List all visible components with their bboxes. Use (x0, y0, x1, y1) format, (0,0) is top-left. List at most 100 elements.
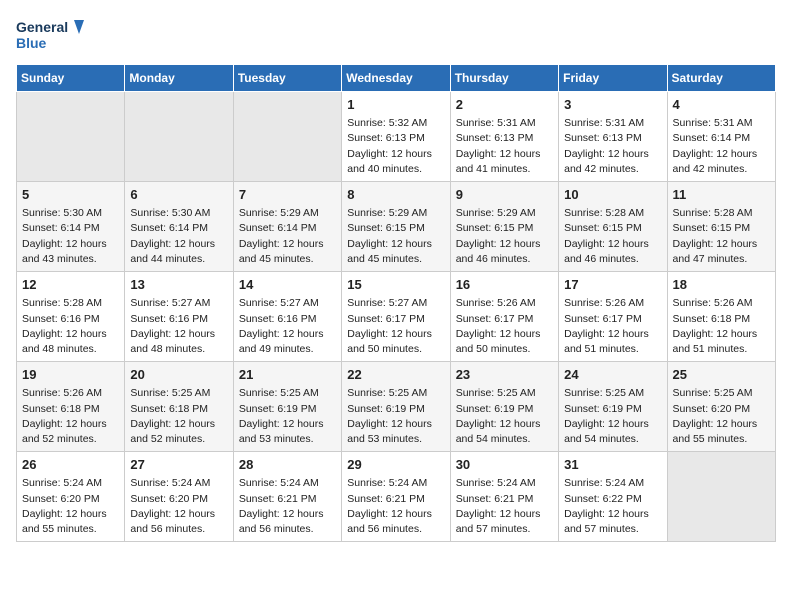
day-number: 3 (564, 96, 661, 114)
calendar-cell: 9 Sunrise: 5:29 AM Sunset: 6:15 PM Daylig… (450, 182, 558, 272)
day-number: 23 (456, 366, 553, 384)
weekday-header: Monday (125, 65, 233, 92)
day-detail: Sunrise: 5:26 AM Sunset: 6:17 PM Dayligh… (456, 296, 553, 357)
day-detail: Sunrise: 5:29 AM Sunset: 6:15 PM Dayligh… (456, 206, 553, 267)
day-detail: Sunrise: 5:28 AM Sunset: 6:16 PM Dayligh… (22, 296, 119, 357)
calendar-cell: 19 Sunrise: 5:26 AM Sunset: 6:18 PM Dayli… (17, 362, 125, 452)
calendar-cell: 8Sunrise: 5:29 AM Sunset: 6:15 PM Daylig… (342, 182, 450, 272)
svg-text:General: General (16, 19, 68, 35)
day-number: 17 (564, 276, 661, 294)
day-detail: Sunrise: 5:25 AM Sunset: 6:19 PM Dayligh… (347, 386, 444, 447)
weekday-header: Saturday (667, 65, 775, 92)
day-number: 6 (130, 186, 227, 204)
weekday-header: Sunday (17, 65, 125, 92)
day-detail: Sunrise: 5:28 AM Sunset: 6:15 PM Dayligh… (564, 206, 661, 267)
calendar-cell: 11 Sunrise: 5:28 AM Sunset: 6:15 PM Dayli… (667, 182, 775, 272)
calendar-table: SundayMondayTuesdayWednesdayThursdayFrid… (16, 64, 776, 542)
day-number: 1 (347, 96, 444, 114)
calendar-cell: 12Sunrise: 5:28 AM Sunset: 6:16 PM Dayli… (17, 272, 125, 362)
logo: General Blue (16, 16, 86, 56)
day-detail: Sunrise: 5:25 AM Sunset: 6:19 PM Dayligh… (456, 386, 553, 447)
day-detail: Sunrise: 5:27 AM Sunset: 6:16 PM Dayligh… (130, 296, 227, 357)
calendar-cell: 17 Sunrise: 5:26 AM Sunset: 6:17 PM Dayli… (559, 272, 667, 362)
day-number: 22 (347, 366, 444, 384)
day-detail: Sunrise: 5:26 AM Sunset: 6:17 PM Dayligh… (564, 296, 661, 357)
calendar-cell (667, 452, 775, 542)
day-detail: Sunrise: 5:30 AM Sunset: 6:14 PM Dayligh… (130, 206, 227, 267)
calendar-week-row: 12Sunrise: 5:28 AM Sunset: 6:16 PM Dayli… (17, 272, 776, 362)
day-number: 11 (673, 186, 770, 204)
weekday-header: Thursday (450, 65, 558, 92)
calendar-cell: 3 Sunrise: 5:31 AM Sunset: 6:13 PM Daylig… (559, 92, 667, 182)
calendar-cell: 27 Sunrise: 5:24 AM Sunset: 6:20 PM Dayli… (125, 452, 233, 542)
calendar-cell: 1Sunrise: 5:32 AM Sunset: 6:13 PM Daylig… (342, 92, 450, 182)
calendar-cell: 20Sunrise: 5:25 AM Sunset: 6:18 PM Dayli… (125, 362, 233, 452)
day-number: 10 (564, 186, 661, 204)
day-detail: Sunrise: 5:27 AM Sunset: 6:16 PM Dayligh… (239, 296, 336, 357)
day-detail: Sunrise: 5:31 AM Sunset: 6:14 PM Dayligh… (673, 116, 770, 177)
day-detail: Sunrise: 5:24 AM Sunset: 6:21 PM Dayligh… (239, 476, 336, 537)
day-detail: Sunrise: 5:29 AM Sunset: 6:15 PM Dayligh… (347, 206, 444, 267)
day-detail: Sunrise: 5:26 AM Sunset: 6:18 PM Dayligh… (673, 296, 770, 357)
day-detail: Sunrise: 5:25 AM Sunset: 6:20 PM Dayligh… (673, 386, 770, 447)
calendar-cell: 22 Sunrise: 5:25 AM Sunset: 6:19 PM Dayli… (342, 362, 450, 452)
day-number: 13 (130, 276, 227, 294)
day-detail: Sunrise: 5:28 AM Sunset: 6:15 PM Dayligh… (673, 206, 770, 267)
calendar-cell: 18 Sunrise: 5:26 AM Sunset: 6:18 PM Dayli… (667, 272, 775, 362)
day-detail: Sunrise: 5:24 AM Sunset: 6:22 PM Dayligh… (564, 476, 661, 537)
day-detail: Sunrise: 5:24 AM Sunset: 6:20 PM Dayligh… (130, 476, 227, 537)
day-detail: Sunrise: 5:31 AM Sunset: 6:13 PM Dayligh… (564, 116, 661, 177)
day-number: 2 (456, 96, 553, 114)
day-detail: Sunrise: 5:24 AM Sunset: 6:20 PM Dayligh… (22, 476, 119, 537)
day-number: 16 (456, 276, 553, 294)
calendar-cell (17, 92, 125, 182)
calendar-cell: 7 Sunrise: 5:29 AM Sunset: 6:14 PM Daylig… (233, 182, 341, 272)
calendar-week-row: 19 Sunrise: 5:26 AM Sunset: 6:18 PM Dayli… (17, 362, 776, 452)
calendar-header-row: SundayMondayTuesdayWednesdayThursdayFrid… (17, 65, 776, 92)
day-detail: Sunrise: 5:26 AM Sunset: 6:18 PM Dayligh… (22, 386, 119, 447)
day-number: 27 (130, 456, 227, 474)
day-number: 25 (673, 366, 770, 384)
calendar-cell: 31Sunrise: 5:24 AM Sunset: 6:22 PM Dayli… (559, 452, 667, 542)
day-detail: Sunrise: 5:25 AM Sunset: 6:19 PM Dayligh… (239, 386, 336, 447)
calendar-cell: 5Sunrise: 5:30 AM Sunset: 6:14 PM Daylig… (17, 182, 125, 272)
calendar-cell: 15 Sunrise: 5:27 AM Sunset: 6:17 PM Dayli… (342, 272, 450, 362)
calendar-cell: 26Sunrise: 5:24 AM Sunset: 6:20 PM Dayli… (17, 452, 125, 542)
day-number: 7 (239, 186, 336, 204)
calendar-cell: 30Sunrise: 5:24 AM Sunset: 6:21 PM Dayli… (450, 452, 558, 542)
calendar-cell: 4Sunrise: 5:31 AM Sunset: 6:14 PM Daylig… (667, 92, 775, 182)
day-number: 29 (347, 456, 444, 474)
calendar-cell: 24 Sunrise: 5:25 AM Sunset: 6:19 PM Dayli… (559, 362, 667, 452)
day-detail: Sunrise: 5:25 AM Sunset: 6:19 PM Dayligh… (564, 386, 661, 447)
day-number: 15 (347, 276, 444, 294)
calendar-cell: 14 Sunrise: 5:27 AM Sunset: 6:16 PM Dayli… (233, 272, 341, 362)
day-number: 19 (22, 366, 119, 384)
day-number: 18 (673, 276, 770, 294)
calendar-week-row: 1Sunrise: 5:32 AM Sunset: 6:13 PM Daylig… (17, 92, 776, 182)
day-number: 21 (239, 366, 336, 384)
day-number: 9 (456, 186, 553, 204)
logo-svg: General Blue (16, 16, 86, 56)
day-detail: Sunrise: 5:29 AM Sunset: 6:14 PM Dayligh… (239, 206, 336, 267)
day-detail: Sunrise: 5:27 AM Sunset: 6:17 PM Dayligh… (347, 296, 444, 357)
weekday-header: Tuesday (233, 65, 341, 92)
calendar-cell: 21 Sunrise: 5:25 AM Sunset: 6:19 PM Dayli… (233, 362, 341, 452)
day-number: 24 (564, 366, 661, 384)
calendar-cell: 2 Sunrise: 5:31 AM Sunset: 6:13 PM Daylig… (450, 92, 558, 182)
calendar-cell (125, 92, 233, 182)
calendar-cell: 29 Sunrise: 5:24 AM Sunset: 6:21 PM Dayli… (342, 452, 450, 542)
day-number: 5 (22, 186, 119, 204)
day-number: 14 (239, 276, 336, 294)
calendar-cell (233, 92, 341, 182)
calendar-cell: 25 Sunrise: 5:25 AM Sunset: 6:20 PM Dayli… (667, 362, 775, 452)
calendar-cell: 10 Sunrise: 5:28 AM Sunset: 6:15 PM Dayli… (559, 182, 667, 272)
calendar-week-row: 5 Sunrise: 5:30 AM Sunset: 6:14 PM Daylig… (17, 182, 776, 272)
page-header: General Blue (16, 16, 776, 56)
day-detail: Sunrise: 5:24 AM Sunset: 6:21 PM Dayligh… (456, 476, 553, 537)
calendar-cell: 23 Sunrise: 5:25 AM Sunset: 6:19 PM Dayli… (450, 362, 558, 452)
day-number: 28 (239, 456, 336, 474)
day-detail: Sunrise: 5:24 AM Sunset: 6:21 PM Dayligh… (347, 476, 444, 537)
day-detail: Sunrise: 5:31 AM Sunset: 6:13 PM Dayligh… (456, 116, 553, 177)
day-detail: Sunrise: 5:25 AM Sunset: 6:18 PM Dayligh… (130, 386, 227, 447)
calendar-week-row: 26Sunrise: 5:24 AM Sunset: 6:20 PM Dayli… (17, 452, 776, 542)
